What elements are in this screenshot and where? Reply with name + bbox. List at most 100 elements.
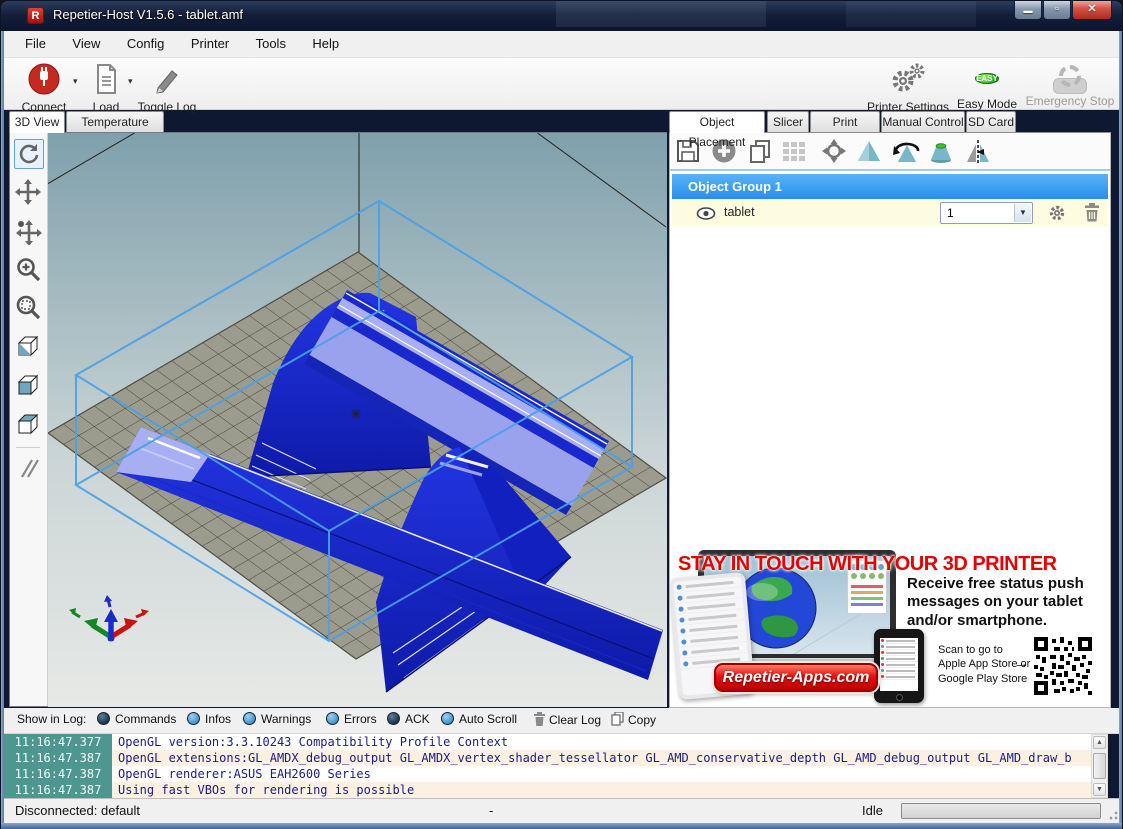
menu-view[interactable]: View <box>61 31 111 56</box>
zoom-fit-icon[interactable] <box>14 293 44 323</box>
gears-icon <box>888 85 928 99</box>
errors-toggle-icon <box>326 712 339 725</box>
toggle-auto-scroll[interactable]: Auto Scroll <box>441 712 517 726</box>
statusbar: Disconnected: default - Idle <box>4 798 1121 823</box>
print-bed-canvas[interactable] <box>48 133 667 707</box>
menu-file[interactable]: File <box>14 31 57 56</box>
log-row: 11:16:47.377OpenGL version:3.3.10243 Com… <box>4 734 1091 750</box>
copy-log-button[interactable]: Copy <box>611 712 656 727</box>
iso-view-icon[interactable] <box>14 332 44 362</box>
scale-object-icon[interactable] <box>856 138 882 164</box>
ack-toggle-icon <box>387 712 400 725</box>
main-toolbar: Connect ▾ Load ▾ Toggle Log <box>4 58 1121 110</box>
object-group-header[interactable]: Object Group 1 <box>672 174 1108 199</box>
load-button[interactable]: Load <box>86 62 126 114</box>
center-object-icon[interactable] <box>821 138 847 164</box>
easy-mode-icon: EASY <box>975 73 999 84</box>
progress-bar <box>901 803 1101 819</box>
glass-reflection <box>556 1 766 27</box>
rotate-object-icon[interactable] <box>892 138 918 164</box>
delete-trash-icon[interactable] <box>1084 203 1100 227</box>
chevron-down-icon[interactable]: ▼ <box>1014 204 1031 222</box>
parallel-projection-icon[interactable] <box>14 453 44 483</box>
app-window: R Repetier-Host V1.5.6 - tablet.amf ▁ ▫ … <box>0 0 1123 828</box>
connection-status: Disconnected: default <box>15 803 140 818</box>
toggle-errors[interactable]: Errors <box>326 712 377 726</box>
mirror-object-icon[interactable] <box>965 138 991 164</box>
log-row: 11:16:47.387OpenGL renderer:ASUS EAH2600… <box>4 766 1091 782</box>
tab-slicer[interactable]: Slicer <box>767 111 809 132</box>
toggle-warnings[interactable]: Warnings <box>243 712 311 726</box>
top-view-icon[interactable] <box>14 410 44 440</box>
ad-banner[interactable]: STAY IN TOUCH WITH YOUR 3D PRINTER Recei… <box>670 547 1110 707</box>
drop-object-icon[interactable] <box>928 138 954 164</box>
menu-config[interactable]: Config <box>116 31 176 56</box>
connect-dropdown[interactable]: ▾ <box>73 76 78 87</box>
easy-mode-button[interactable]: EASY Easy Mode <box>956 62 1018 111</box>
scroll-up-icon[interactable]: ▲ <box>1093 736 1106 749</box>
titlebar[interactable]: R Repetier-Host V1.5.6 - tablet.amf ▁ ▫ … <box>1 1 1122 31</box>
job-status: Idle <box>862 803 883 818</box>
log-row: 11:16:47.387Using fast VBOs for renderin… <box>4 782 1091 798</box>
scrollbar-thumb[interactable] <box>1093 753 1106 779</box>
minimize-button[interactable]: ▁ <box>1014 1 1042 20</box>
close-button[interactable]: ✕ <box>1072 1 1112 20</box>
view-toolstrip <box>10 133 48 706</box>
window-frame-bottom <box>1 823 1122 829</box>
connect-icon <box>27 85 61 99</box>
repetier-apps-button[interactable]: Repetier-Apps.com <box>714 663 878 692</box>
menubar: File View Config Printer Tools Help <box>4 31 1121 58</box>
zoom-in-icon[interactable] <box>14 255 44 285</box>
maximize-button[interactable]: ▫ <box>1043 1 1071 20</box>
connect-button[interactable]: Connect <box>16 62 72 114</box>
move-object-icon[interactable] <box>14 217 44 247</box>
infos-toggle-icon <box>187 712 200 725</box>
rotate-view-icon[interactable] <box>14 139 44 169</box>
tab-3d-view[interactable]: 3D View <box>9 111 65 133</box>
log-output[interactable]: 11:16:47.377OpenGL version:3.3.10243 Com… <box>4 734 1091 798</box>
toolstrip-divider <box>16 447 40 448</box>
clear-log-button[interactable]: Clear Log <box>534 712 601 727</box>
show-in-log-label: Show in Log: <box>17 712 86 726</box>
qr-code <box>1034 637 1092 695</box>
move-view-icon[interactable] <box>14 178 44 208</box>
load-file-icon <box>91 85 121 99</box>
toggle-commands[interactable]: Commands <box>97 712 176 726</box>
object-placement-panel: Object Group 1 tablet 1 ▼ <box>669 132 1111 708</box>
window-frame-right <box>1119 31 1122 823</box>
menu-help[interactable]: Help <box>301 31 350 56</box>
autoposition-icon <box>781 138 807 164</box>
resize-grip[interactable] <box>1106 808 1118 820</box>
scroll-down-icon[interactable]: ▼ <box>1093 783 1106 796</box>
menu-tools[interactable]: Tools <box>245 31 297 56</box>
window-title: Repetier-Host V1.5.6 - tablet.amf <box>53 7 243 22</box>
menu-printer[interactable]: Printer <box>180 31 240 56</box>
log-scrollbar[interactable]: ▲ ▼ <box>1091 734 1108 798</box>
auto-scroll-toggle-icon <box>441 712 454 725</box>
copies-value: 1 <box>947 206 954 220</box>
object-settings-gear-icon[interactable] <box>1048 204 1066 227</box>
trash-icon <box>534 712 545 726</box>
toggle-infos[interactable]: Infos <box>187 712 231 726</box>
visibility-eye-icon[interactable] <box>696 207 716 225</box>
emergency-stop-button: Emergency Stop <box>1022 62 1118 108</box>
printer-settings-button[interactable]: Printer Settings <box>862 62 954 114</box>
warnings-toggle-icon <box>243 712 256 725</box>
glass-reflection <box>846 1 976 27</box>
tab-sd-card[interactable]: SD Card <box>966 111 1016 132</box>
object-row-tablet[interactable]: tablet 1 ▼ <box>672 199 1108 227</box>
front-view-icon[interactable] <box>14 371 44 401</box>
emergency-stop-icon <box>1053 78 1087 94</box>
commands-toggle-icon <box>97 712 110 725</box>
smartphone-image <box>874 629 924 703</box>
tab-object-placement[interactable]: Object Placement <box>669 111 765 133</box>
tab-temperature-curve[interactable]: Temperature Curve <box>66 111 164 132</box>
load-dropdown[interactable]: ▾ <box>128 76 133 87</box>
copies-dropdown[interactable]: 1 ▼ <box>940 202 1033 224</box>
log-controls: Show in Log: Commands Infos Warnings Err… <box>4 708 1121 734</box>
copy-object-icon[interactable] <box>747 138 773 164</box>
toggle-ack[interactable]: ACK <box>387 712 430 726</box>
tab-print-preview[interactable]: Print Preview <box>810 111 880 132</box>
toggle-log-button[interactable]: Toggle Log <box>134 62 200 114</box>
tab-manual-control[interactable]: Manual Control <box>881 111 965 132</box>
